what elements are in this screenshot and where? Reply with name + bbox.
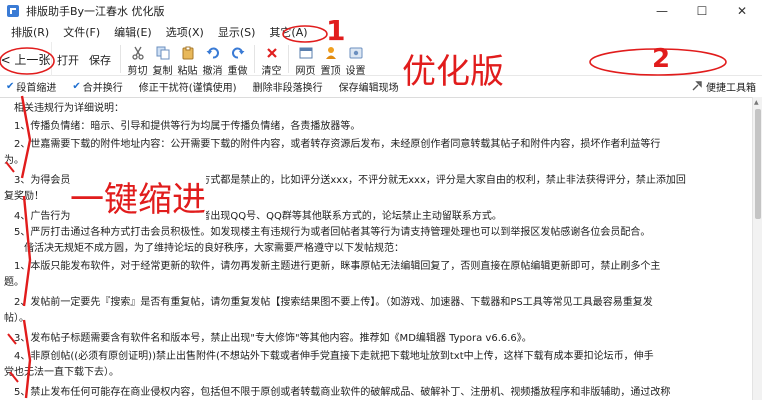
editor-line: 3、发布帖子标题需要含有软件名和版本号，禁止出现"专大修饰"等其他内容。推荐如《… (4, 333, 532, 344)
paste-button[interactable]: 粘贴 (176, 42, 199, 77)
webpage-button[interactable]: 网页 (294, 42, 317, 77)
window-controls: — ☐ ✕ (642, 0, 762, 22)
window-title: 排版助手By一江春水 优化版 (26, 5, 165, 18)
editor-line: 5、严厉打击通过各种方式打击会员积极性。如发现楼主有违规行为或者回帖者其等行为请… (4, 227, 651, 238)
menu-other[interactable]: 其它(A) (262, 24, 314, 40)
minimize-button[interactable]: — (642, 0, 682, 22)
editor-line: 偕活决无规矩不成方圆，为了维持论坛的良好秩序，大家需要严格遵守以下发帖规范： (4, 243, 404, 254)
editor-line: 5、禁止发布任何可能存在商业侵权内容，包括但不限于原创或者转载商业软件的破解成品… (4, 387, 671, 398)
editor-line: 2、世嘉需要下载的附件地址内容：公开需要下载的附件内容，或者转存资源后发布，未经… (4, 139, 661, 150)
editor-line: 为。 (4, 155, 24, 166)
option-label: 合并换行 (82, 82, 123, 94)
clear-label: 清空 (261, 66, 282, 77)
paste-label: 粘贴 (177, 66, 198, 77)
paste-icon (180, 45, 196, 61)
option-merge-linebreaks[interactable]: ✔ 合并换行 (72, 79, 122, 94)
copy-label: 复制 (152, 66, 173, 77)
editor-line: 1、本版只能发布软件，对于经常更新的软件，请勿再发新主题进行更新，眯事原帖无法编… (4, 261, 661, 272)
menu-file[interactable]: 文件(F) (56, 24, 107, 40)
text-editor[interactable]: 相关违规行为详细说明： 1、传播负情绪：暗示、引导和提供等行为均属于传播负情绪，… (0, 97, 752, 400)
title-bar: 排版助手By一江春水 优化版 — ☐ ✕ (0, 0, 762, 22)
previous-button[interactable]: < 上一张 (0, 42, 52, 76)
toolbar-divider (254, 45, 255, 73)
webpage-icon (298, 45, 314, 61)
option-label: 保存编辑现场 (338, 82, 399, 94)
menu-typeset[interactable]: 排版(R) (4, 24, 56, 40)
annotation-optimized-label: 优化版 (402, 52, 504, 92)
toolbox-button[interactable]: 便捷工具箱 (691, 77, 756, 95)
pin-top-button[interactable]: 置顶 (319, 42, 342, 77)
option-label: 修正干扰符(谨慎使用) (138, 82, 237, 94)
option-save-edit-state[interactable]: 保存编辑现场 (339, 79, 399, 94)
editor-line: 帖）。 (4, 313, 29, 324)
open-button[interactable]: 打开 (53, 42, 83, 68)
scrollbar-thumb[interactable] (755, 109, 761, 219)
menu-options[interactable]: 选项(X) (159, 24, 211, 40)
cut-button[interactable]: 剪切 (126, 42, 149, 77)
scroll-up-icon[interactable]: ▲ (754, 99, 759, 106)
copy-button[interactable]: 复制 (151, 42, 174, 77)
clear-icon (264, 45, 280, 61)
option-remove-non-paragraph-breaks[interactable]: 删除非段落换行 (253, 79, 323, 94)
webpage-label: 网页 (295, 66, 316, 77)
toolbar-divider (120, 45, 121, 73)
pin-top-label: 置顶 (320, 66, 341, 77)
options-bar: ✔ 段首缩进 ✔ 合并换行 修正干扰符(谨慎使用) 删除非段落换行 保存编辑现场 便… (0, 77, 762, 95)
option-label: 删除非段落换行 (252, 82, 323, 94)
checkmark-icon: ✔ (6, 80, 15, 92)
menu-edit[interactable]: 编辑(E) (107, 24, 159, 40)
undo-label: 撤消 (202, 66, 223, 77)
annotation-indent-label: 一键缩进 (70, 172, 206, 221)
open-label: 打开 (57, 54, 79, 67)
undo-button[interactable]: 撤消 (201, 42, 224, 77)
toolbox-icon (692, 81, 702, 91)
option-paragraph-indent[interactable]: ✔ 段首缩进 (6, 79, 56, 94)
vertical-scrollbar[interactable]: ▲ (752, 97, 762, 400)
copy-icon (155, 45, 171, 61)
save-button[interactable]: 保存 (85, 42, 115, 68)
settings-button[interactable]: 设置 (344, 42, 367, 77)
undo-icon (205, 45, 221, 61)
pin-top-icon (323, 45, 339, 61)
menu-display[interactable]: 显示(S) (211, 24, 263, 40)
clear-button[interactable]: 清空 (260, 42, 283, 77)
toolbar-divider (288, 45, 289, 73)
editor-line: 1、传播负情绪：暗示、引导和提供等行为均属于传播负情绪，各责播放器等。 (4, 121, 361, 132)
option-fix-interference[interactable]: 修正干扰符(谨慎使用) (139, 79, 237, 94)
settings-icon (348, 45, 364, 61)
cut-icon (130, 45, 146, 61)
editor-line: 相关违规行为详细说明： (4, 103, 124, 114)
cut-label: 剪切 (127, 66, 148, 77)
editor-line: 题。 (4, 277, 24, 288)
save-label: 保存 (89, 54, 111, 67)
editor-line: 2、发帖前一定要先『搜索』是否有重复帖，请勿重复发帖【搜索结果图不要上传】。（如… (4, 297, 653, 308)
maximize-button[interactable]: ☐ (682, 0, 722, 22)
checkmark-icon: ✔ (72, 80, 81, 92)
annotation-callout-1: 1 (326, 14, 346, 47)
settings-label: 设置 (345, 66, 366, 77)
toolbar: < 上一张 打开 保存 剪切 复制 粘贴 撤消 重做 清空 网页 置顶 设置 (0, 42, 762, 77)
toolbox-label: 便捷工具箱 (706, 82, 756, 94)
editor-line: 党也无法一直下载下去）。 (4, 367, 119, 378)
editor-line: 复奖励！ (4, 191, 44, 202)
redo-icon (230, 45, 246, 61)
app-icon (7, 5, 19, 17)
redo-button[interactable]: 重做 (226, 42, 249, 77)
close-button[interactable]: ✕ (722, 0, 762, 22)
redo-label: 重做 (227, 66, 248, 77)
menu-bar: 排版(R) 文件(F) 编辑(E) 选项(X) 显示(S) 其它(A) (0, 22, 762, 42)
annotation-callout-2: 2 (652, 44, 671, 74)
option-label: 段首缩进 (16, 82, 57, 94)
editor-line: 4、非原创帖((必须有原创证明))禁止出售附件(不想站外下载或者伸手党直接下走就… (4, 351, 654, 362)
